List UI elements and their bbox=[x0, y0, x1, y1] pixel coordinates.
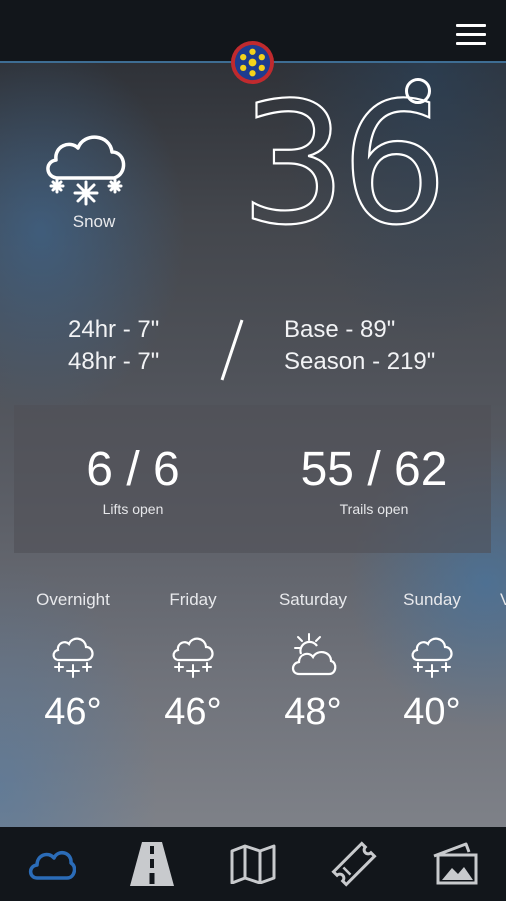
forecast-temp: 40° bbox=[403, 691, 461, 733]
base-depth: Base - 89" bbox=[284, 316, 396, 343]
forecast-temp: 48° bbox=[284, 691, 342, 733]
nav-roads[interactable] bbox=[101, 827, 202, 901]
forecast-day-name: Overnight bbox=[36, 590, 110, 609]
snow-cloud-icon bbox=[411, 637, 453, 678]
forecast-temp: 46° bbox=[164, 691, 222, 733]
nav-trail-map[interactable] bbox=[202, 827, 303, 901]
forecast-day[interactable]: Overnight 46° bbox=[18, 590, 128, 734]
road-icon bbox=[129, 842, 174, 886]
forecast-day[interactable]: Friday 46° bbox=[138, 590, 248, 734]
forecast-day-name: Saturday bbox=[278, 590, 348, 609]
divider-slash bbox=[220, 319, 244, 381]
snowfall-24hr: 24hr - 7" bbox=[68, 316, 160, 343]
lifts-open-value: 6 / 6 bbox=[86, 443, 180, 496]
ticket-icon bbox=[330, 841, 377, 887]
forecast-strip[interactable]: Overnight 46° Friday 46° Saturday 48° Su… bbox=[0, 590, 506, 750]
photos-icon bbox=[432, 842, 477, 885]
map-icon bbox=[230, 844, 275, 884]
forecast-next-day-partial[interactable]: V bbox=[500, 590, 506, 610]
forecast-day[interactable]: Saturday 48° bbox=[258, 590, 368, 734]
forecast-day-name: Friday bbox=[169, 590, 217, 609]
snow-cloud-icon bbox=[46, 135, 126, 206]
nav-photos[interactable] bbox=[404, 827, 505, 901]
partly-sunny-icon bbox=[291, 633, 337, 676]
nav-weather[interactable] bbox=[0, 827, 101, 901]
snow-cloud-icon bbox=[172, 637, 214, 678]
forecast-day[interactable]: Sunday 40° bbox=[377, 590, 487, 734]
trails-open-label: Trails open bbox=[339, 501, 409, 517]
snowfall-48hr: 48hr - 7" bbox=[68, 348, 160, 375]
lifts-open-stat[interactable]: 6 / 6 Lifts open bbox=[74, 443, 192, 517]
forecast-temp: 46° bbox=[44, 691, 102, 733]
forecast-day-name: Sunday bbox=[403, 590, 461, 609]
snow-depth: Base - 89" Season - 219" bbox=[284, 314, 435, 378]
lifts-open-label: Lifts open bbox=[102, 501, 164, 517]
hamburger-menu-icon[interactable] bbox=[456, 24, 486, 48]
degree-symbol bbox=[405, 78, 431, 104]
nav-tickets[interactable] bbox=[303, 827, 404, 901]
current-temperature: 36 bbox=[239, 66, 449, 262]
weather-app-screen: Snow 36 24hr - 7" 48hr - 7" Base - 89" S… bbox=[0, 0, 506, 901]
recent-snowfall: 24hr - 7" 48hr - 7" bbox=[68, 314, 159, 378]
trails-open-stat[interactable]: 55 / 62 Trails open bbox=[284, 443, 464, 517]
mountain-status-panel: 6 / 6 Lifts open 55 / 62 Trails open bbox=[14, 405, 491, 553]
season-total: Season - 219" bbox=[284, 348, 436, 375]
snow-cloud-icon bbox=[52, 637, 94, 678]
bottom-navigation bbox=[0, 827, 506, 901]
current-condition-label: Snow bbox=[72, 212, 116, 231]
resort-snowflake-logo-icon[interactable] bbox=[230, 40, 275, 85]
trails-open-value: 55 / 62 bbox=[300, 443, 448, 496]
weather-cloud-icon bbox=[28, 850, 76, 880]
